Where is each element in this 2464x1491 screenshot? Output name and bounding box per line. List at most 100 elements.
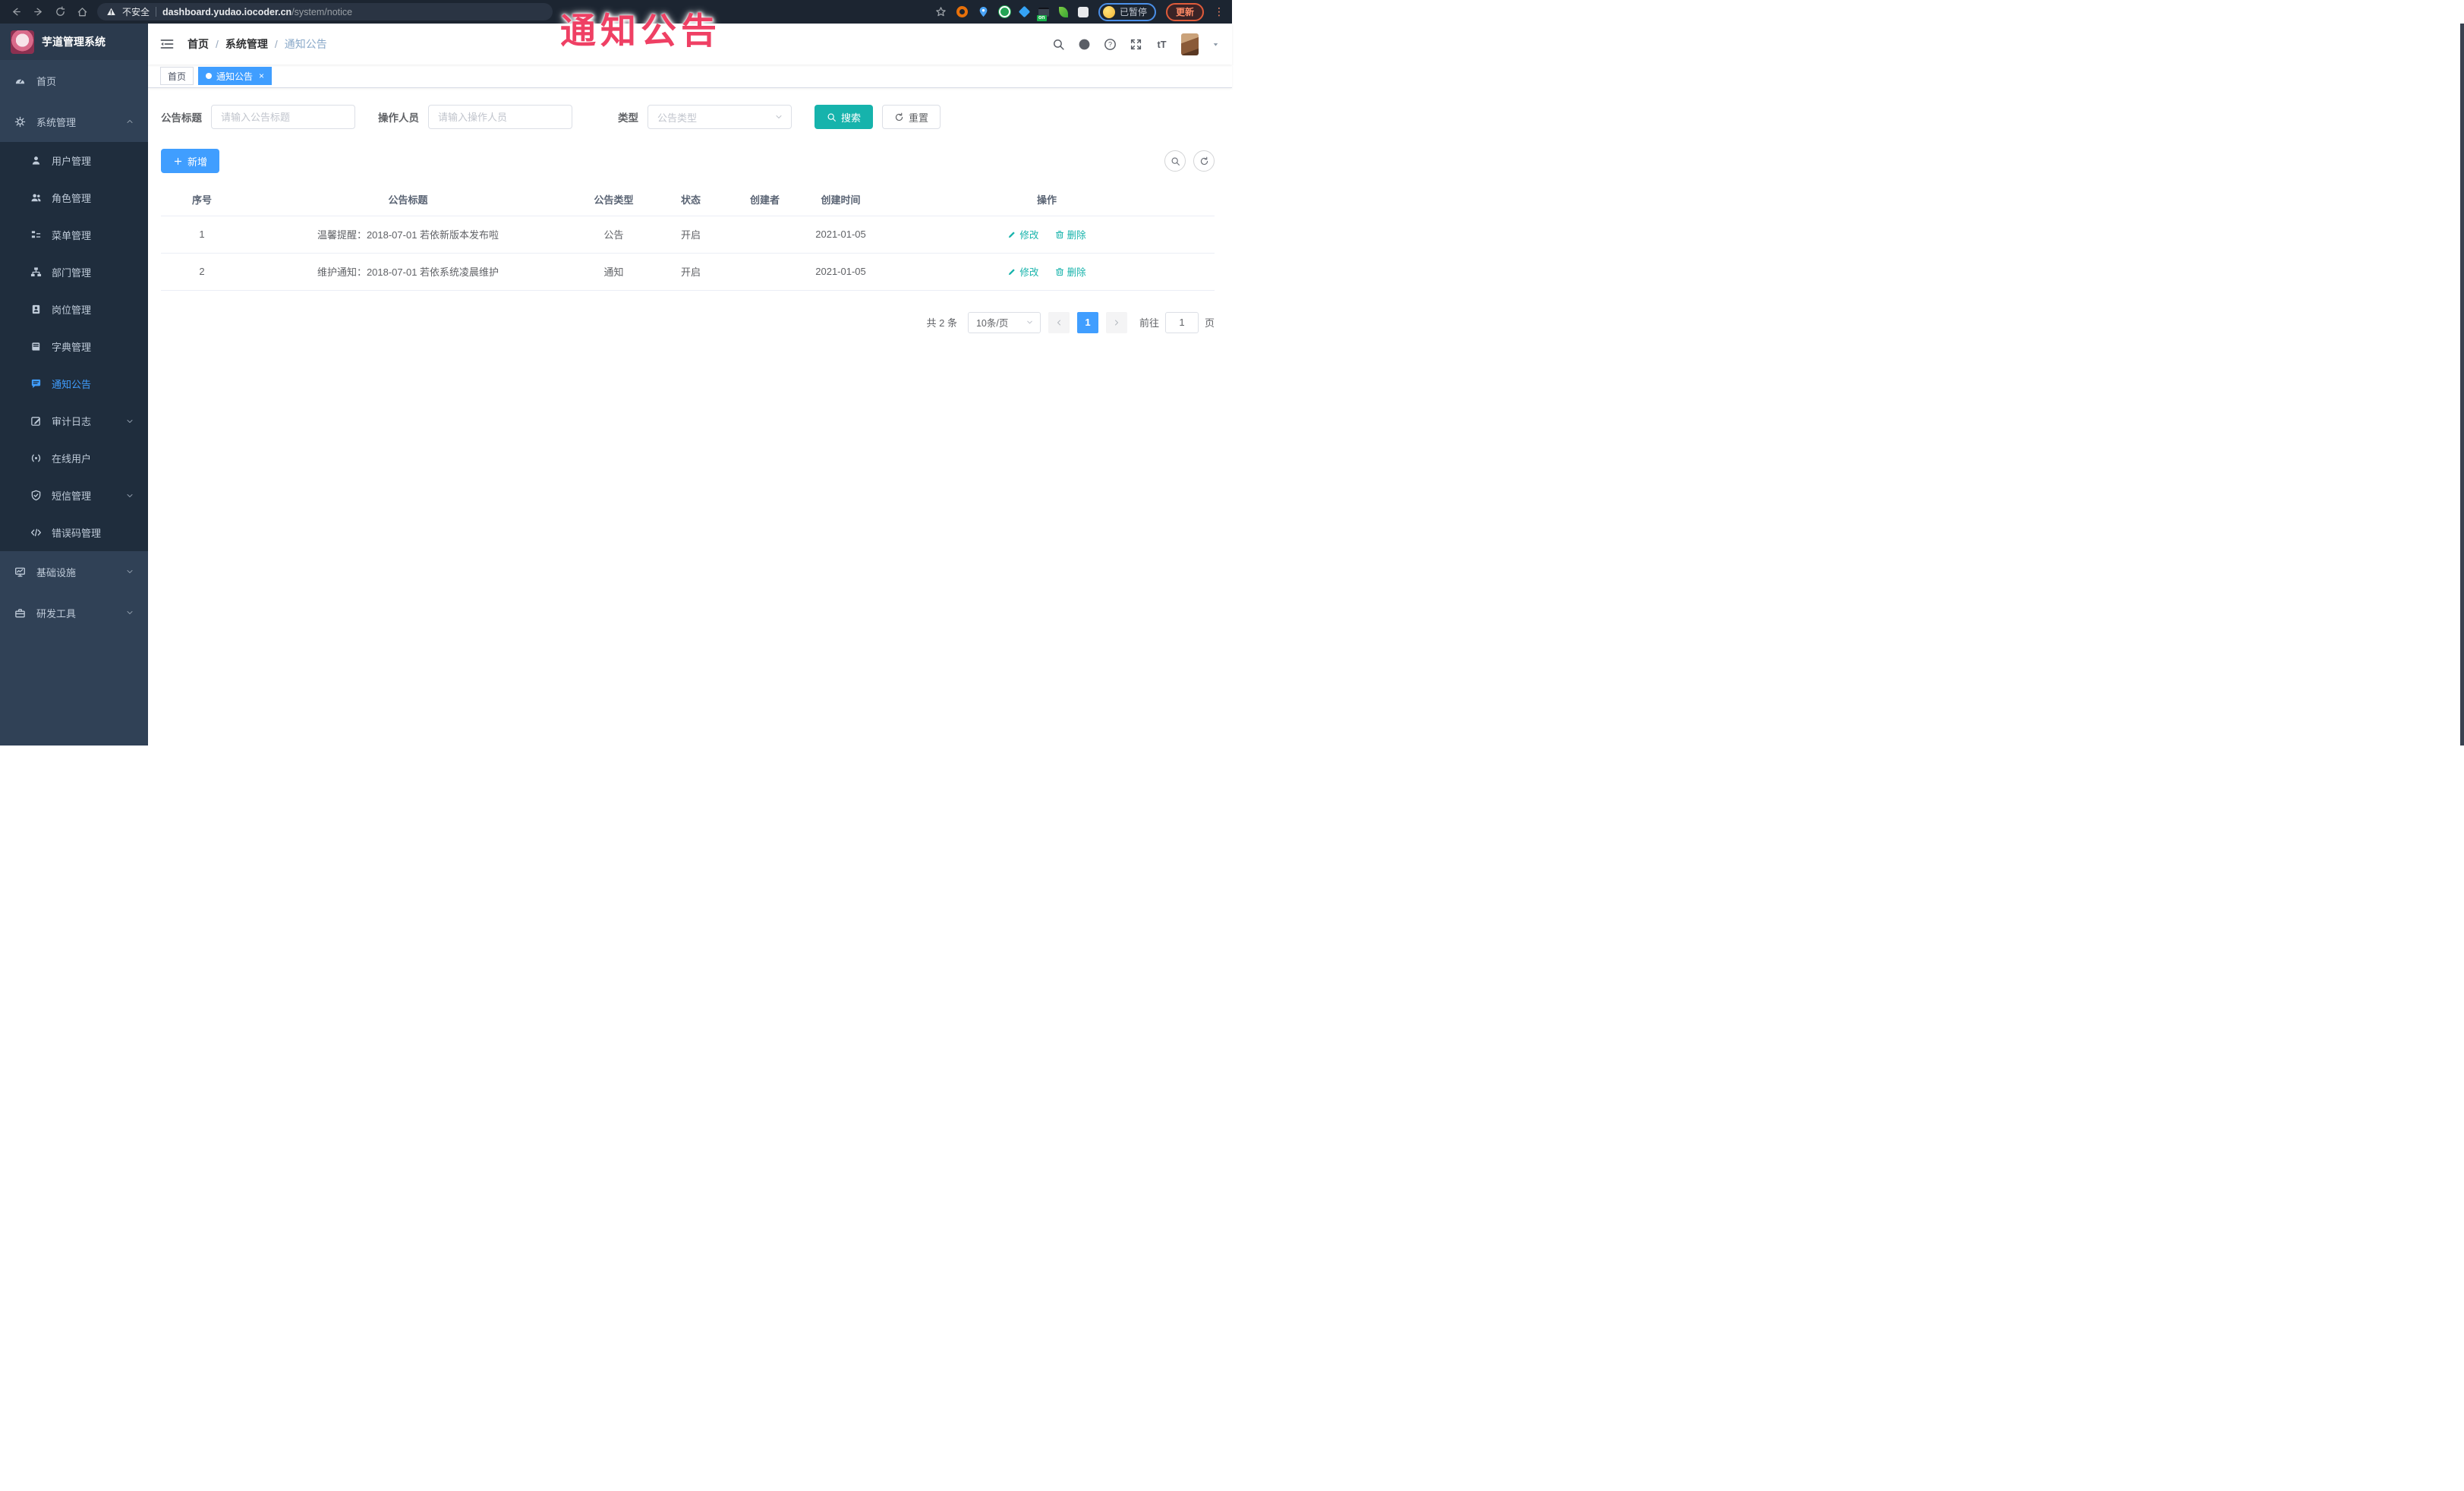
monitor-icon bbox=[14, 566, 26, 578]
sidebar-item-infrastructure[interactable]: 基础设施 bbox=[0, 551, 148, 592]
font-size-icon[interactable]: tT bbox=[1155, 38, 1168, 51]
address-bar[interactable]: 不安全 dashboard.yudao.iocoder.cn/system/no… bbox=[97, 3, 553, 20]
operator-input[interactable] bbox=[428, 105, 572, 129]
trash-icon bbox=[1055, 267, 1064, 276]
col-header-title: 公告标题 bbox=[243, 184, 573, 216]
sidebar-item-notice[interactable]: 通知公告 bbox=[0, 365, 148, 402]
delete-link[interactable]: 删除 bbox=[1055, 227, 1086, 241]
sidebar-item-user-mgmt[interactable]: 用户管理 bbox=[0, 142, 148, 179]
pencil-icon bbox=[1007, 267, 1016, 276]
sidebar-item-audit-log[interactable]: 审计日志 bbox=[0, 402, 148, 440]
sidebar-item-role-mgmt[interactable]: 角色管理 bbox=[0, 179, 148, 216]
sidebar-item-post-mgmt[interactable]: 岗位管理 bbox=[0, 291, 148, 328]
header-search-icon[interactable] bbox=[1052, 38, 1065, 51]
sidebar-item-errorcode-mgmt[interactable]: 错误码管理 bbox=[0, 514, 148, 551]
chat-bubble-icon bbox=[30, 378, 42, 389]
cell-no: 1 bbox=[161, 216, 243, 254]
search-button[interactable]: 搜索 bbox=[815, 105, 874, 129]
notice-type-select[interactable]: 公告类型 bbox=[648, 105, 792, 129]
id-badge-icon bbox=[30, 304, 42, 315]
goto-label: 前往 bbox=[1139, 317, 1159, 329]
table-header-row: 序号 公告标题 公告类型 状态 创建者 创建时间 操作 bbox=[161, 184, 1215, 216]
sidebar-item-dict-mgmt[interactable]: 字典管理 bbox=[0, 328, 148, 365]
help-icon[interactable]: ? bbox=[1104, 38, 1117, 51]
browser-reload-icon[interactable] bbox=[55, 6, 66, 17]
sidebar: 芋道管理系统 首页 系统管理 用户管理 角色管理 菜单管理 部门管理 岗位管理 … bbox=[0, 24, 148, 746]
extension-icon-diamond[interactable] bbox=[1018, 5, 1031, 18]
page-unit-label: 页 bbox=[1204, 317, 1215, 329]
cell-actions: 修改 删除 bbox=[879, 253, 1215, 291]
profile-paused-pill[interactable]: 已暂停 bbox=[1098, 2, 1156, 21]
browser-home-icon[interactable] bbox=[77, 6, 88, 17]
sidebar-item-system-mgmt[interactable]: 系统管理 bbox=[0, 101, 148, 142]
add-button[interactable]: 新增 bbox=[161, 149, 220, 173]
chevron-down-icon bbox=[125, 491, 134, 500]
browser-forward-icon[interactable] bbox=[33, 6, 44, 17]
tags-view-bar: 首页 通知公告 × bbox=[148, 65, 1232, 88]
extension-icon-leaf[interactable] bbox=[1058, 6, 1068, 17]
cell-status: 开启 bbox=[654, 216, 727, 254]
sidebar-item-sms-mgmt[interactable]: 短信管理 bbox=[0, 477, 148, 514]
extension-icon-pin[interactable] bbox=[978, 6, 989, 17]
sidebar-item-online-users[interactable]: 在线用户 bbox=[0, 440, 148, 477]
chevron-up-icon bbox=[125, 117, 134, 126]
browser-menu-icon[interactable]: ⋮ bbox=[1214, 5, 1224, 18]
col-header-actions: 操作 bbox=[879, 184, 1215, 216]
tag-notice[interactable]: 通知公告 × bbox=[198, 67, 273, 85]
cell-status: 开启 bbox=[654, 253, 727, 291]
next-page-button[interactable] bbox=[1105, 311, 1127, 333]
edit-link[interactable]: 修改 bbox=[1007, 227, 1038, 241]
table-toolbar: 新增 bbox=[161, 149, 1215, 173]
toggle-search-button[interactable] bbox=[1164, 150, 1186, 172]
current-page-button[interactable]: 1 bbox=[1076, 311, 1098, 333]
extension-icon-stack[interactable]: on bbox=[1036, 7, 1049, 21]
sidebar-item-dept-mgmt[interactable]: 部门管理 bbox=[0, 254, 148, 291]
notice-title-input[interactable] bbox=[211, 105, 355, 129]
bookmark-star-icon[interactable] bbox=[935, 6, 947, 17]
prev-page-button[interactable] bbox=[1048, 311, 1070, 333]
goto-page-input[interactable] bbox=[1164, 311, 1199, 333]
sidebar-item-home[interactable]: 首页 bbox=[0, 60, 148, 101]
sidebar-toggle-icon[interactable] bbox=[160, 38, 174, 50]
browser-update-button[interactable]: 更新 bbox=[1165, 2, 1204, 21]
not-secure-label: 不安全 bbox=[122, 7, 150, 17]
not-secure-warning-icon bbox=[106, 7, 116, 17]
github-icon[interactable] bbox=[1078, 38, 1091, 51]
user-icon bbox=[30, 155, 42, 166]
browser-scrollbar-edge[interactable] bbox=[2460, 24, 2464, 746]
col-header-no: 序号 bbox=[161, 184, 243, 216]
url-text: dashboard.yudao.iocoder.cn/system/notice bbox=[162, 6, 353, 17]
fullscreen-icon[interactable] bbox=[1130, 38, 1142, 51]
tag-close-icon[interactable]: × bbox=[259, 71, 264, 81]
reset-button[interactable]: 重置 bbox=[882, 105, 941, 129]
extensions-puzzle-icon[interactable] bbox=[1077, 6, 1089, 17]
breadcrumb-system[interactable]: 系统管理 bbox=[225, 36, 268, 52]
cell-no: 2 bbox=[161, 253, 243, 291]
edit-link[interactable]: 修改 bbox=[1007, 264, 1038, 279]
extension-icon-orange[interactable] bbox=[956, 6, 968, 17]
svg-text:tT: tT bbox=[1157, 38, 1166, 49]
plus-icon bbox=[173, 156, 183, 166]
select-chevron-down-icon bbox=[774, 112, 783, 121]
sidebar-item-dev-tools[interactable]: 研发工具 bbox=[0, 592, 148, 633]
tag-home[interactable]: 首页 bbox=[160, 67, 194, 85]
user-avatar[interactable] bbox=[1181, 33, 1199, 55]
type-label: 类型 bbox=[618, 112, 638, 124]
app-title: 芋道管理系统 bbox=[42, 36, 106, 48]
refresh-table-button[interactable] bbox=[1193, 150, 1215, 172]
pagination: 共 2 条 10条/页 1 前往 页 bbox=[161, 311, 1215, 333]
avatar-caret-down-icon[interactable] bbox=[1212, 40, 1220, 49]
cell-type: 通知 bbox=[573, 253, 654, 291]
page-content: 公告标题 操作人员 类型 公告类型 搜索 重 bbox=[148, 88, 1232, 746]
app-logo-row[interactable]: 芋道管理系统 bbox=[0, 24, 148, 60]
chevron-down-icon bbox=[125, 567, 134, 576]
col-header-type: 公告类型 bbox=[573, 184, 654, 216]
browser-back-icon[interactable] bbox=[11, 6, 22, 17]
page-size-select[interactable]: 10条/页 bbox=[967, 311, 1041, 333]
cell-creator bbox=[727, 253, 802, 291]
extension-icon-green[interactable] bbox=[998, 6, 1010, 17]
delete-link[interactable]: 删除 bbox=[1055, 264, 1086, 279]
sidebar-item-menu-mgmt[interactable]: 菜单管理 bbox=[0, 216, 148, 254]
search-icon bbox=[827, 112, 837, 122]
breadcrumb-home[interactable]: 首页 bbox=[187, 36, 209, 52]
